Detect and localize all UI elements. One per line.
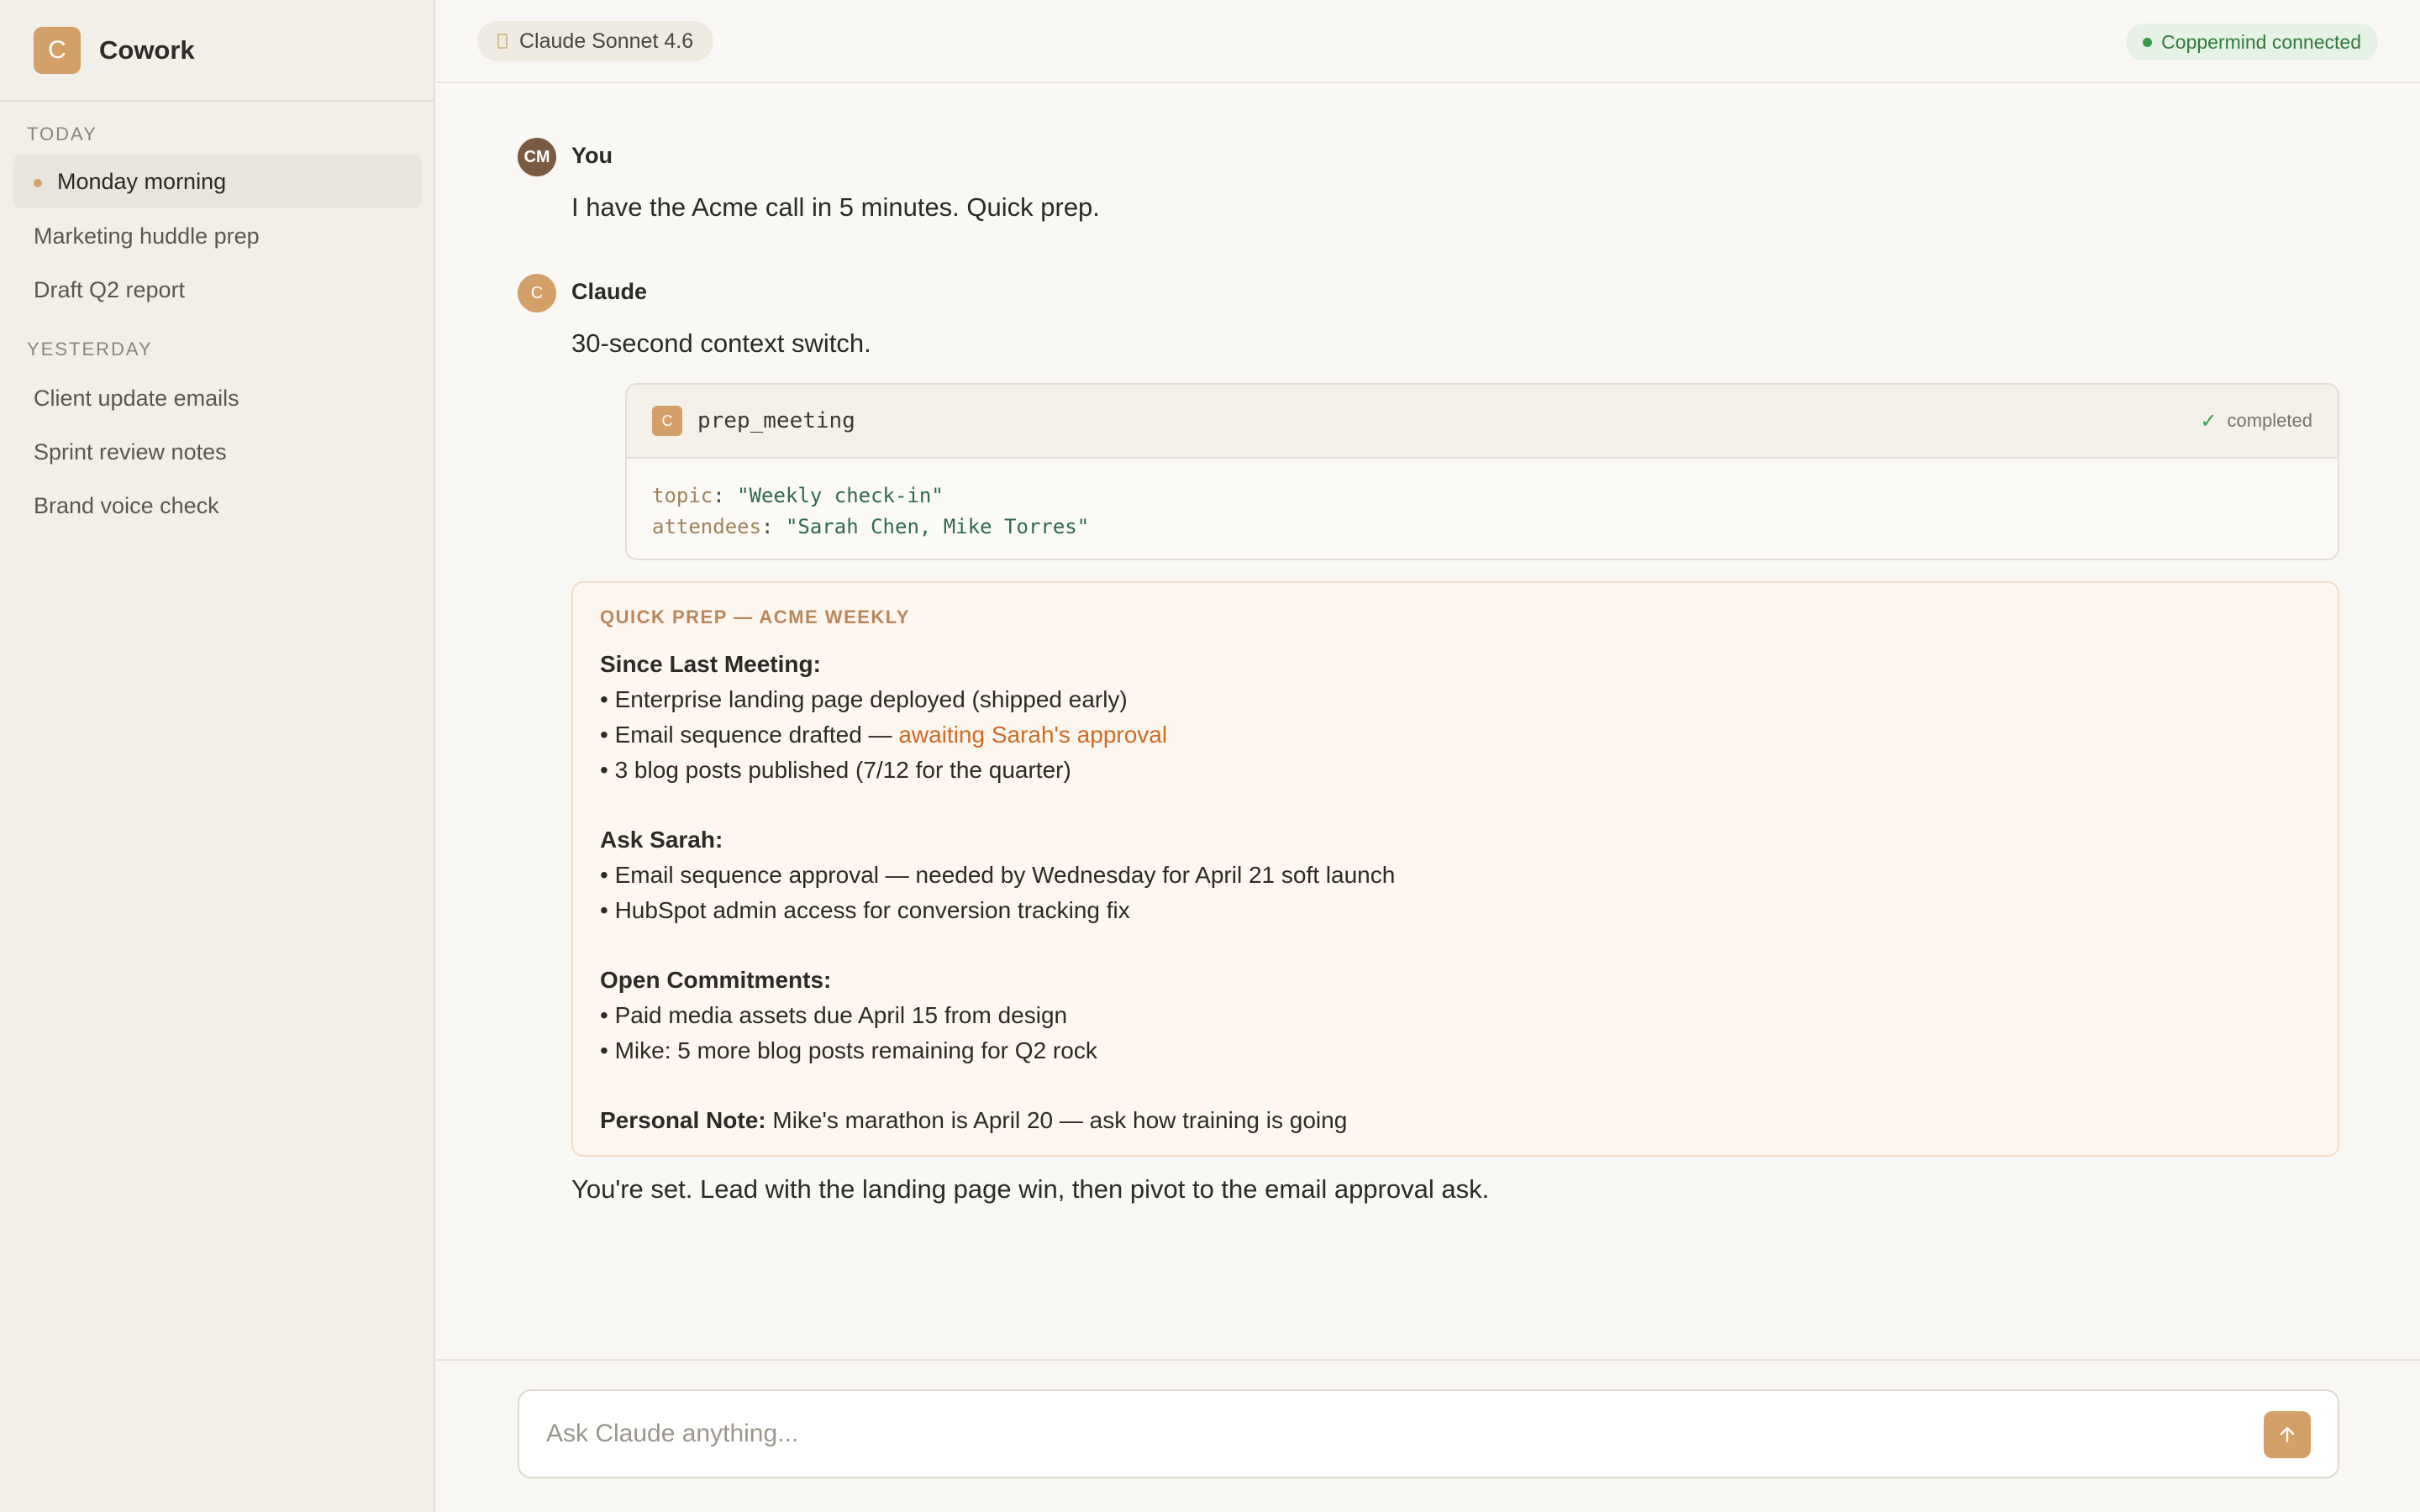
prep-bullet: • Enterprise landing page deployed (ship…: [600, 686, 1128, 712]
prep-bullet: • 3 blog posts published (7/12 for the q…: [600, 757, 1071, 783]
param-key: topic: [652, 484, 713, 507]
check-icon: ✓: [2200, 409, 2217, 433]
composer-area: [437, 1359, 2420, 1512]
app-logo: C: [34, 26, 81, 74]
model-icon: [497, 34, 508, 49]
prep-heading: Ask Sarah:: [600, 827, 723, 853]
connection-status-label: Coppermind connected: [2161, 30, 2361, 53]
send-button[interactable]: [2264, 1411, 2311, 1458]
param-value: "Sarah Chen, Mike Torres": [785, 515, 1090, 538]
claude-avatar: C: [518, 274, 556, 312]
sidebar-item-label: Client update emails: [34, 385, 239, 411]
model-selector[interactable]: Claude Sonnet 4.6: [477, 21, 714, 61]
tool-param-row: topic: "Weekly check-in": [652, 484, 944, 507]
message-input[interactable]: [546, 1391, 2210, 1477]
prep-bullet: • Email sequence approval — needed by We…: [600, 862, 1396, 888]
prep-heading: Since Last Meeting:: [600, 651, 821, 677]
model-label: Claude Sonnet 4.6: [519, 29, 694, 53]
top-bar: Claude Sonnet 4.6 Coppermind connected: [437, 0, 2420, 83]
section-label-today: TODAY: [27, 123, 97, 144]
sidebar-item-client-update-emails[interactable]: Client update emails: [13, 371, 422, 425]
tool-name: prep_meeting: [697, 408, 855, 433]
brand-header: C Cowork: [0, 0, 434, 102]
sidebar: C Cowork TODAY Monday morning Marketing …: [0, 0, 435, 1512]
quick-prep-card: QUICK PREP — ACME WEEKLY Since Last Meet…: [571, 581, 2339, 1157]
sidebar-item-sprint-review-notes[interactable]: Sprint review notes: [13, 425, 422, 479]
prep-bullet: • Email sequence drafted — awaiting Sara…: [600, 722, 1168, 748]
assistant-intro-text: 30-second context switch.: [571, 328, 871, 358]
arrow-up-icon: [2280, 1426, 2295, 1443]
sidebar-item-label: Monday morning: [57, 168, 227, 194]
prep-bullet: • HubSpot admin access for conversion tr…: [600, 897, 1130, 923]
param-value: "Weekly check-in": [737, 484, 944, 507]
sidebar-item-label: Draft Q2 report: [34, 276, 186, 302]
personal-note: Personal Note: Mike's marathon is April …: [600, 1107, 1348, 1133]
sidebar-item-label: Marketing huddle prep: [34, 223, 260, 249]
sidebar-item-label: Sprint review notes: [34, 438, 227, 465]
sidebar-item-draft-q2-report[interactable]: Draft Q2 report: [13, 263, 422, 317]
connection-status-badge: Coppermind connected: [2126, 24, 2378, 60]
app-name: Cowork: [99, 34, 195, 65]
approval-highlight: awaiting Sarah's approval: [898, 722, 1168, 748]
tool-call-header[interactable]: C prep_meeting ✓ completed: [627, 385, 2338, 459]
prep-card-title: QUICK PREP — ACME WEEKLY: [600, 606, 910, 627]
tool-status: ✓ completed: [2200, 409, 2312, 433]
param-key: attendees: [652, 515, 762, 538]
prep-bullet: • Mike: 5 more blog posts remaining for …: [600, 1037, 1097, 1063]
prep-bullet: • Paid media assets due April 15 from de…: [600, 1002, 1068, 1028]
user-avatar: CM: [518, 138, 556, 176]
tool-icon: C: [652, 406, 682, 436]
sidebar-item-monday-morning[interactable]: Monday morning: [13, 155, 422, 208]
assistant-closing-text: You're set. Lead with the landing page w…: [571, 1174, 1490, 1204]
composer-box[interactable]: [518, 1389, 2339, 1478]
tool-params: topic: "Weekly check-in" attendees: "Sar…: [627, 459, 2338, 559]
sidebar-item-brand-voice-check[interactable]: Brand voice check: [13, 479, 422, 533]
user-sender-name: You: [571, 143, 613, 168]
tool-status-label: completed: [2227, 410, 2312, 431]
tool-call-card[interactable]: C prep_meeting ✓ completed topic: "Weekl…: [625, 383, 2339, 560]
active-dot: [34, 179, 42, 187]
status-dot-icon: [2143, 37, 2153, 47]
assistant-sender-name: Claude: [571, 279, 648, 304]
sidebar-item-label: Brand voice check: [34, 492, 219, 518]
tool-param-row: attendees: "Sarah Chen, Mike Torres": [652, 515, 1090, 538]
sidebar-item-marketing-huddle-prep[interactable]: Marketing huddle prep: [13, 209, 422, 263]
section-label-yesterday: YESTERDAY: [27, 339, 153, 360]
user-message-text: I have the Acme call in 5 minutes. Quick…: [571, 192, 1100, 222]
prep-heading: Open Commitments:: [600, 967, 832, 993]
